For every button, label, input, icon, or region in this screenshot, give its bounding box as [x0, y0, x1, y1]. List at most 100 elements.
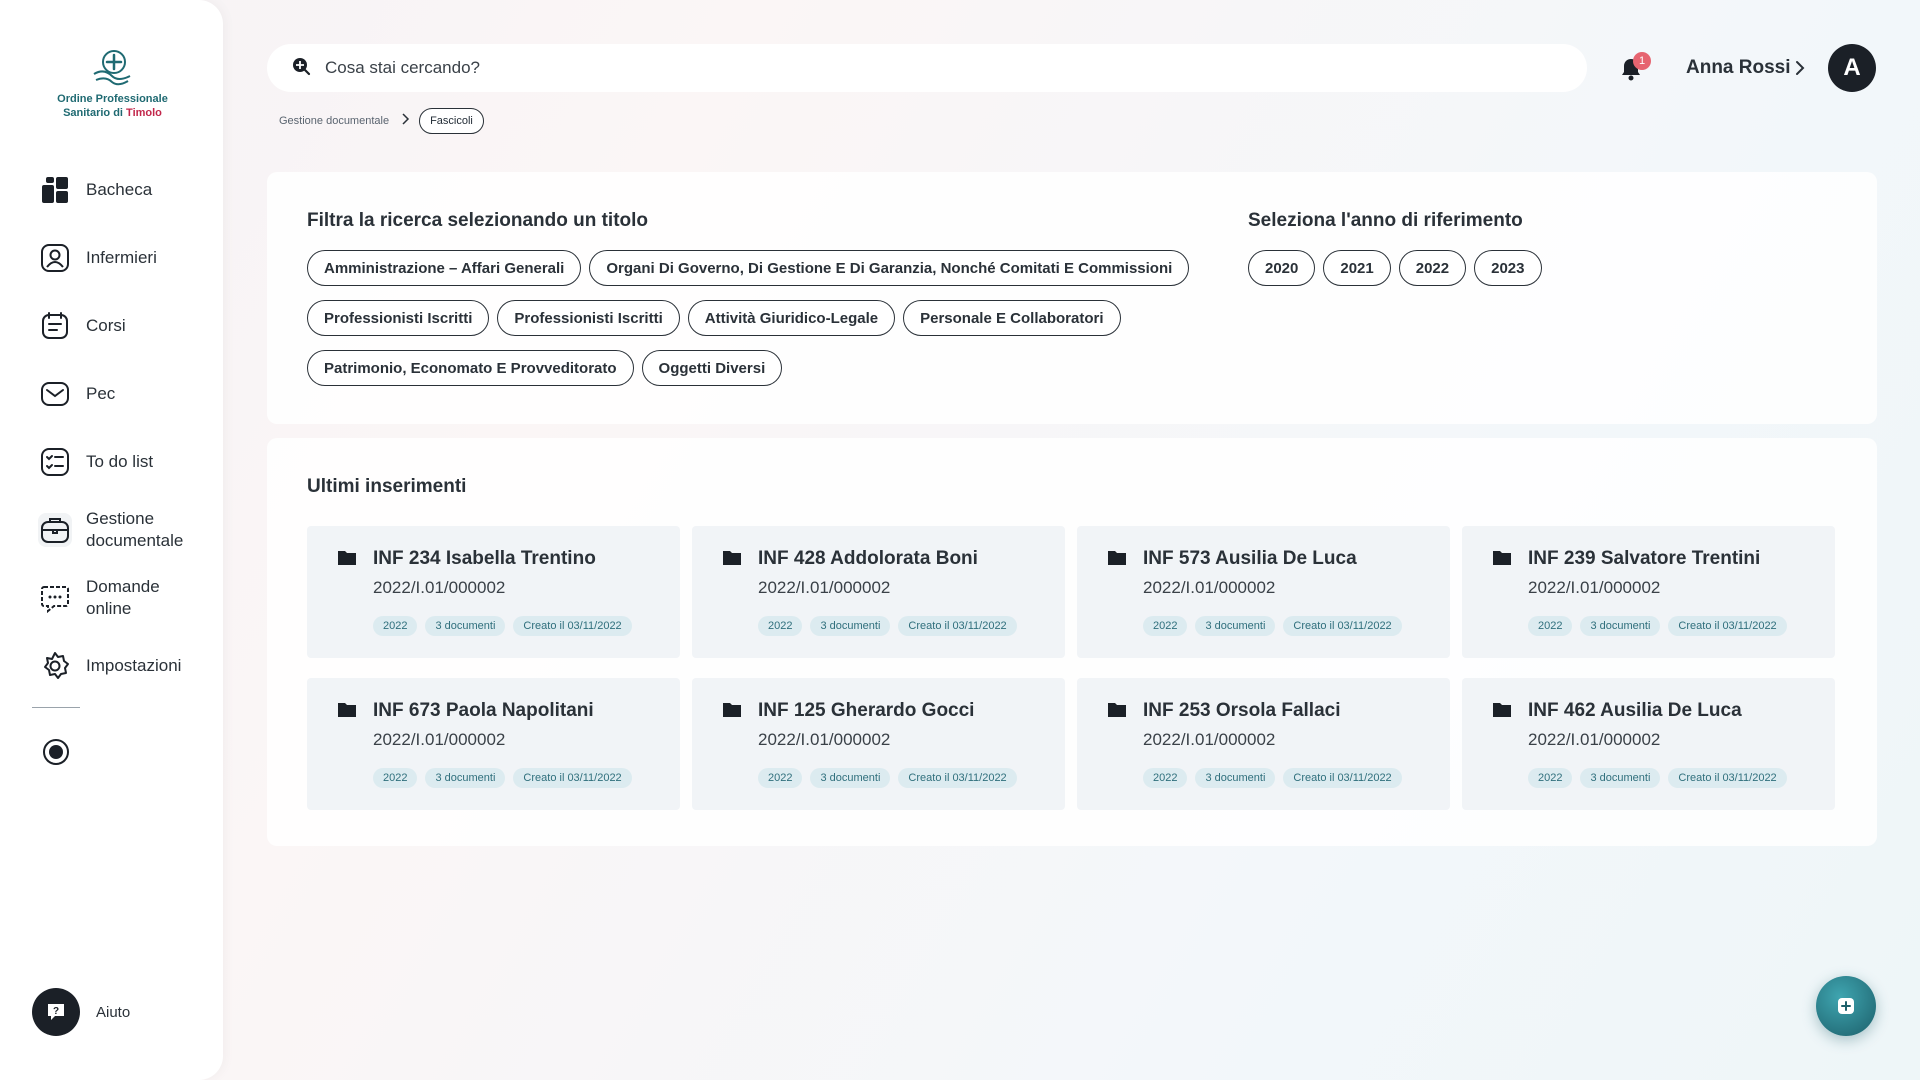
search-input[interactable] [325, 58, 1425, 78]
docs-tag: 3 documenti [1195, 616, 1276, 636]
svg-text:?: ? [53, 1006, 59, 1017]
card-tags: 2022 3 documenti Creato il 03/11/2022 [373, 768, 632, 788]
sidebar-item-label: Domande online [86, 577, 160, 618]
logo-subtitle-prefix: Sanitario di [63, 107, 127, 119]
user-icon [38, 241, 72, 275]
folder-icon [337, 700, 357, 723]
app-logo[interactable]: Ordine Professionale Sanitario di Timolo [40, 44, 185, 120]
created-tag: Creato il 03/11/2022 [1668, 616, 1787, 636]
file-card[interactable]: INF 573 Ausilia De Luca 2022/I.01/000002… [1077, 526, 1450, 658]
card-tags: 2022 3 documenti Creato il 03/11/2022 [758, 768, 1017, 788]
search-bar[interactable] [267, 44, 1587, 92]
card-code: 2022/I.01/000002 [758, 578, 891, 597]
card-title: INF 573 Ausilia De Luca [1143, 548, 1357, 569]
sidebar-item-impostazioni[interactable]: Impostazioni [30, 638, 200, 694]
folder-icon [1492, 700, 1512, 723]
file-card[interactable]: INF 239 Salvatore Trentini 2022/I.01/000… [1462, 526, 1835, 658]
docs-tag: 3 documenti [425, 616, 506, 636]
title-chip[interactable]: Personale E Collaboratori [903, 300, 1121, 336]
file-card[interactable]: INF 673 Paola Napolitani 2022/I.01/00000… [307, 678, 680, 810]
help-label: Aiuto [96, 1003, 131, 1021]
year-chip[interactable]: 2022 [1398, 250, 1467, 286]
created-tag: Creato il 03/11/2022 [898, 616, 1017, 636]
notifications-button[interactable]: 1 [1620, 52, 1651, 84]
year-tag: 2022 [758, 768, 803, 788]
sidebar: Ordine Professionale Sanitario di Timolo… [0, 0, 223, 1080]
sidebar-item-label: Bacheca [86, 180, 153, 199]
card-code: 2022/I.01/000002 [758, 730, 891, 749]
year-tag: 2022 [373, 768, 418, 788]
breadcrumb-parent[interactable]: Gestione documentale [279, 115, 389, 127]
breadcrumb: Gestione documentale Fascicoli [279, 108, 484, 134]
chevron-right-icon[interactable] [1794, 60, 1806, 81]
created-tag: Creato il 03/11/2022 [1668, 768, 1787, 788]
plus-icon [1838, 998, 1854, 1014]
year-chip[interactable]: 2023 [1474, 250, 1542, 286]
search-icon [291, 56, 311, 81]
sidebar-item-label: Gestione documentale [86, 509, 184, 550]
folder-icon [1107, 700, 1127, 723]
card-title: INF 462 Ausilia De Luca [1528, 700, 1742, 721]
logo-title: Ordine Professionale [57, 93, 168, 105]
avatar[interactable]: A [1828, 44, 1876, 92]
file-card[interactable]: INF 234 Isabella Trentino 2022/I.01/0000… [307, 526, 680, 658]
title-chip[interactable]: Attività Giuridico-Legale [687, 300, 896, 336]
folder-icon [1107, 548, 1127, 571]
year-heading: Seleziona l'anno di riferimento [1248, 210, 1523, 231]
sidebar-item-domande-online[interactable]: Domande online [30, 570, 200, 626]
year-chip[interactable]: 2021 [1323, 250, 1391, 286]
file-card[interactable]: INF 125 Gherardo Gocci 2022/I.01/000002 … [692, 678, 1065, 810]
dashboard-icon [38, 173, 72, 207]
title-chips: Amministrazione – Affari Generali Organi… [307, 250, 1227, 386]
card-title: INF 125 Gherardo Gocci [758, 700, 975, 721]
entries-grid: INF 234 Isabella Trentino 2022/I.01/0000… [307, 526, 1837, 810]
created-tag: Creato il 03/11/2022 [513, 768, 632, 788]
docs-tag: 3 documenti [810, 616, 891, 636]
title-chip[interactable]: Amministrazione – Affari Generali [307, 250, 582, 286]
theme-toggle-icon[interactable] [41, 737, 71, 772]
logo-icon [92, 50, 130, 86]
title-chip[interactable]: Oggetti Diversi [641, 350, 783, 386]
card-tags: 2022 3 documenti Creato il 03/11/2022 [373, 616, 632, 636]
gear-icon [38, 649, 72, 683]
card-tags: 2022 3 documenti Creato il 03/11/2022 [1528, 616, 1787, 636]
year-tag: 2022 [758, 616, 803, 636]
year-tag: 2022 [1528, 616, 1573, 636]
sidebar-item-infermieri[interactable]: Infermieri [30, 230, 200, 286]
title-chip[interactable]: Organi Di Governo, Di Gestione E Di Gara… [589, 250, 1190, 286]
file-card[interactable]: INF 428 Addolorata Boni 2022/I.01/000002… [692, 526, 1065, 658]
created-tag: Creato il 03/11/2022 [513, 616, 632, 636]
notification-badge: 1 [1633, 52, 1651, 70]
breadcrumb-current[interactable]: Fascicoli [419, 108, 484, 134]
file-card[interactable]: INF 462 Ausilia De Luca 2022/I.01/000002… [1462, 678, 1835, 810]
card-title: INF 239 Salvatore Trentini [1528, 548, 1761, 569]
course-icon [38, 309, 72, 343]
title-chip[interactable]: Patrimonio, Economato E Provveditorato [307, 350, 634, 386]
year-tag: 2022 [373, 616, 418, 636]
sidebar-item-pec[interactable]: Pec [30, 366, 200, 422]
sidebar-item-label: To do list [86, 452, 154, 471]
year-chip[interactable]: 2020 [1248, 250, 1316, 286]
sidebar-item-todo[interactable]: To do list [30, 434, 200, 490]
docs-tag: 3 documenti [1195, 768, 1276, 788]
sidebar-item-gestione-documentale[interactable]: Gestione documentale [30, 502, 200, 558]
sidebar-item-corsi[interactable]: Corsi [30, 298, 200, 354]
user-name[interactable]: Anna Rossi [1686, 57, 1791, 79]
help-button[interactable]: ? Aiuto [32, 988, 130, 1036]
card-code: 2022/I.01/000002 [1143, 578, 1276, 597]
sidebar-item-label: Impostazioni [86, 656, 182, 675]
card-tags: 2022 3 documenti Creato il 03/11/2022 [1143, 616, 1402, 636]
latest-heading: Ultimi inserimenti [307, 476, 467, 497]
checklist-icon [38, 445, 72, 479]
card-code: 2022/I.01/000002 [373, 730, 506, 749]
title-chip[interactable]: Professionisti Iscritti [307, 300, 490, 336]
card-code: 2022/I.01/000002 [1528, 578, 1661, 597]
add-file-button[interactable] [1816, 976, 1876, 1036]
card-tags: 2022 3 documenti Creato il 03/11/2022 [1143, 768, 1402, 788]
sidebar-divider [32, 707, 80, 708]
title-chip[interactable]: Professionisti Iscritti [497, 300, 680, 336]
file-card[interactable]: INF 253 Orsola Fallaci 2022/I.01/000002 … [1077, 678, 1450, 810]
docs-tag: 3 documenti [425, 768, 506, 788]
sidebar-item-bacheca[interactable]: Bacheca [30, 162, 200, 218]
sidebar-item-label: Infermieri [86, 248, 157, 267]
